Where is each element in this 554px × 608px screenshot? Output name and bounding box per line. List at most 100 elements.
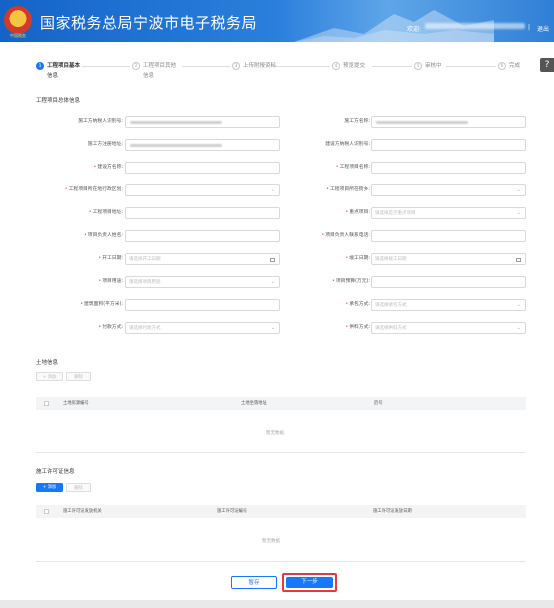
required-marker: • <box>326 187 329 192</box>
required-marker: • <box>98 279 102 284</box>
question-icon[interactable]: ? <box>540 58 554 72</box>
field-label-text: 建设方名称: <box>97 165 123 170</box>
field-label-text: 建筑面积(平方米): <box>84 302 123 307</box>
text-field[interactable] <box>125 162 280 174</box>
select-field[interactable]: 请选择承包方式 ⌄ <box>371 299 526 311</box>
text-field[interactable] <box>371 162 526 174</box>
field-label: •工程项目所在街乡: <box>326 184 370 196</box>
placeholder-text: 请选择付款方式 <box>129 326 161 331</box>
step-sublabel: 信息 <box>143 73 155 79</box>
land-col-2: 土地坐落地址 <box>241 401 267 406</box>
user-name-blurred <box>425 23 525 29</box>
step-connector <box>82 66 130 67</box>
placeholder-text: 请选择是否重点项目 <box>375 211 416 216</box>
date-field[interactable]: 请选择竣工日期 <box>371 253 526 265</box>
field-label: 施工方纳税人识别号: <box>78 116 123 128</box>
placeholder-text: 请选择开工日期 <box>129 257 161 262</box>
field-label: •开工日期: <box>98 253 123 265</box>
required-marker: • <box>83 233 87 238</box>
required-marker: • <box>64 187 68 192</box>
step-number: 5 <box>414 62 422 70</box>
field-label: •项目用途: <box>98 276 123 288</box>
field-label: •工程项目地址: <box>89 207 123 219</box>
placeholder-text: 请选择项目用途 <box>129 280 161 285</box>
required-marker: • <box>345 256 349 261</box>
select-field[interactable]: ⌄ <box>371 184 526 196</box>
field-label: •建筑面积(平方米): <box>80 299 123 311</box>
step-connector <box>272 66 330 67</box>
next-step-button[interactable]: 下一步 <box>286 577 333 588</box>
text-field[interactable] <box>125 299 280 311</box>
permit-select-all-checkbox[interactable] <box>44 509 49 514</box>
land-add-button[interactable]: + 添加 <box>36 372 63 381</box>
logout-link[interactable]: 退出 <box>537 24 549 33</box>
field-label-text: 工程项目地址: <box>92 210 123 215</box>
required-marker: • <box>332 279 335 284</box>
field-label: 施工方名称: <box>344 116 370 128</box>
chevron-down-icon: ⌄ <box>516 302 521 308</box>
step-connector <box>182 66 230 67</box>
select-field[interactable]: ⌄ <box>125 184 280 196</box>
permit-table-header: 施工许可证发放机关 施工许可证编号 施工许可证发放日期 <box>36 505 526 518</box>
text-field[interactable] <box>371 276 526 288</box>
select-field[interactable]: 请选择项目用途 ⌄ <box>125 276 280 288</box>
field-label: •竣工日期: <box>345 253 370 265</box>
placeholder-text: 请选择供料方式 <box>375 326 407 331</box>
field-label-text: 承包方式: <box>349 302 370 307</box>
step-label: 审核中 <box>425 63 442 69</box>
land-select-all-checkbox[interactable] <box>44 401 49 406</box>
text-field[interactable] <box>125 139 280 151</box>
field-label-text: 项目预算(万元): <box>335 279 370 284</box>
select-field[interactable]: 请选择是否重点项目 ⌄ <box>371 207 526 219</box>
step-number: 3 <box>232 62 240 70</box>
land-col-1: 土地房源编号 <box>63 401 89 406</box>
site-title: 国家税务总局宁波市电子税务局 <box>40 14 258 32</box>
required-marker: • <box>98 256 102 261</box>
required-marker: • <box>88 210 92 215</box>
field-label: •承包方式: <box>345 299 370 311</box>
permit-col-1: 施工许可证发放机关 <box>63 509 102 514</box>
step-connector <box>446 66 496 67</box>
section-title-permit: 施工许可证信息 <box>36 469 75 475</box>
date-field[interactable]: 请选择开工日期 <box>125 253 280 265</box>
section-title-land: 土地信息 <box>36 360 59 366</box>
text-field[interactable] <box>371 230 526 242</box>
required-marker: • <box>345 210 349 215</box>
field-label-text: 重点项目: <box>349 210 370 215</box>
permit-add-button[interactable]: + 添加 <box>36 483 63 492</box>
top-header: 中国税务 国家税务总局宁波市电子税务局 欢迎: | 退出 <box>0 0 554 42</box>
step-sublabel: 信息 <box>47 73 59 79</box>
step-label: 工程项目其他 <box>143 63 177 69</box>
select-field[interactable]: 请选择供料方式 ⌄ <box>371 322 526 334</box>
logo-caption: 中国税务 <box>10 33 26 38</box>
section-title-project: 工程项目总体信息 <box>36 98 81 104</box>
save-draft-button[interactable]: 暂存 <box>231 576 277 589</box>
required-marker: • <box>93 165 97 170</box>
step-4: 4 预览提交 <box>332 62 365 70</box>
text-field[interactable] <box>125 230 280 242</box>
required-marker: • <box>98 325 102 330</box>
field-label: •建设方名称: <box>94 162 123 174</box>
field-label: •供料方式: <box>345 322 370 334</box>
permit-delete-button[interactable]: 删除 <box>66 483 91 492</box>
chevron-down-icon: ⌄ <box>516 325 521 331</box>
text-field[interactable] <box>371 139 526 151</box>
step-number: 4 <box>332 62 340 70</box>
text-field[interactable] <box>371 116 526 128</box>
chevron-down-icon: ⌄ <box>270 279 275 285</box>
text-field[interactable] <box>125 207 280 219</box>
land-delete-button[interactable]: 删除 <box>66 372 91 381</box>
select-field[interactable]: 请选择付款方式 ⌄ <box>125 322 280 334</box>
field-label: 施工方注册地址: <box>88 139 123 151</box>
step-1: 1 工程项目基本 信息 <box>36 62 80 79</box>
required-marker: • <box>80 302 84 307</box>
field-label-text: 项目负责人姓名: <box>87 233 123 238</box>
step-number: 2 <box>132 62 140 70</box>
step-connector <box>372 66 412 67</box>
step-number: 1 <box>36 62 44 70</box>
chevron-down-icon: ⌄ <box>516 210 521 216</box>
field-label-text: 施工方名称: <box>344 119 370 124</box>
field-label-text: 付款方式: <box>102 325 123 330</box>
calendar-icon <box>270 257 275 262</box>
text-field[interactable] <box>125 116 280 128</box>
